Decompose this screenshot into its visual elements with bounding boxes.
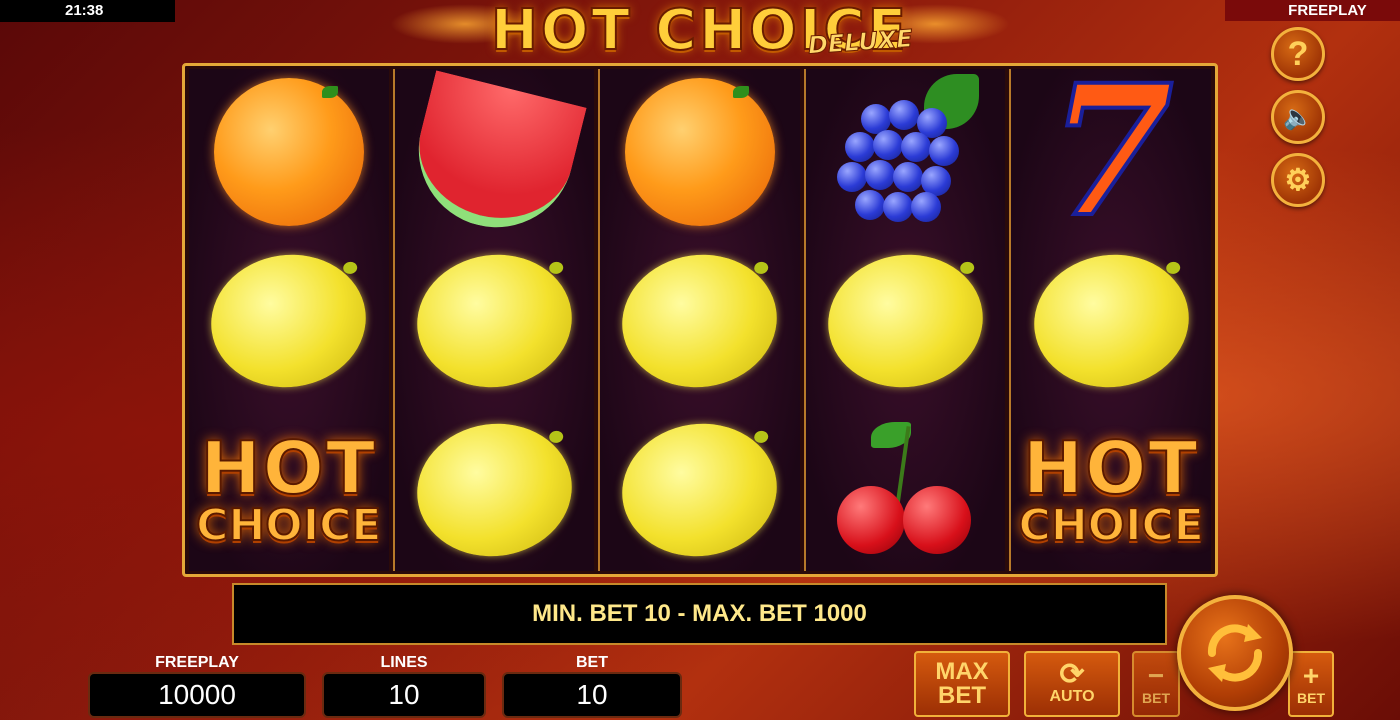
bet-increase-label: BET bbox=[1297, 690, 1325, 706]
reel-grid: HOT CHOICE 7 HOT CHOICE bbox=[182, 45, 1218, 577]
spin-button[interactable] bbox=[1177, 595, 1293, 711]
settings-button[interactable]: ⚙ bbox=[1271, 153, 1325, 207]
plus-icon: + bbox=[1302, 660, 1320, 691]
clock: 21:38 bbox=[0, 0, 175, 22]
bet-value: 10 bbox=[502, 672, 682, 718]
autoplay-button[interactable]: ⟳ AUTO bbox=[1024, 651, 1120, 717]
lines-value: 10 bbox=[322, 672, 486, 718]
reel-2 bbox=[392, 69, 595, 572]
hot-choice-hot-text: HOT bbox=[1022, 425, 1200, 510]
symbol-lemon bbox=[600, 238, 800, 403]
hot-choice-choice-text: CHOICE bbox=[195, 499, 382, 551]
symbol-hot-choice: HOT CHOICE bbox=[1011, 407, 1211, 572]
bet-increase-button[interactable]: + BET bbox=[1288, 651, 1334, 717]
reel-1: HOT CHOICE bbox=[189, 69, 389, 571]
symbol-watermelon bbox=[395, 69, 595, 244]
symbol-lemon bbox=[395, 238, 595, 403]
lemon-icon bbox=[819, 244, 992, 397]
sound-muted-icon: 🔈 bbox=[1283, 103, 1313, 131]
help-icon: ? bbox=[1287, 34, 1309, 73]
bet-limits-text: MIN. BET 10 - MAX. BET 1000 bbox=[532, 600, 867, 627]
symbol-orange bbox=[600, 69, 800, 234]
hot-choice-choice-text: CHOICE bbox=[1018, 499, 1205, 551]
seven-icon: 7 bbox=[1047, 45, 1176, 257]
freeplay-label: FREEPLAY bbox=[155, 654, 239, 671]
bet-decrease-button[interactable]: − BET bbox=[1132, 651, 1180, 717]
bet-decrease-label: BET bbox=[1142, 690, 1170, 706]
hot-choice-hot-text: HOT bbox=[199, 425, 378, 510]
spin-arrows-icon bbox=[1207, 624, 1263, 682]
symbol-grapes bbox=[806, 69, 1006, 234]
cherries-icon bbox=[831, 420, 981, 560]
freeplay-balance: 10000 bbox=[88, 672, 306, 718]
symbol-seven: 7 bbox=[1011, 45, 1211, 257]
lines-label: LINES bbox=[380, 654, 428, 671]
help-button[interactable]: ? bbox=[1271, 27, 1325, 81]
grapes-icon bbox=[831, 74, 981, 229]
lemon-icon bbox=[614, 244, 786, 397]
lemon-icon bbox=[614, 413, 786, 566]
gear-icon: ⚙ bbox=[1284, 163, 1312, 197]
symbol-lemon bbox=[600, 407, 800, 572]
max-bet-line1: MAX bbox=[935, 658, 989, 685]
symbol-cherries bbox=[806, 407, 1006, 572]
symbol-lemon bbox=[189, 238, 389, 403]
minus-icon: − bbox=[1147, 660, 1165, 691]
symbol-lemon bbox=[806, 238, 1006, 403]
reel-5: 7 HOT CHOICE bbox=[1009, 45, 1211, 572]
max-bet-button[interactable]: MAX BET bbox=[914, 651, 1010, 717]
bet-label: BET bbox=[576, 654, 608, 671]
lemon-icon bbox=[202, 244, 375, 397]
watermelon-icon bbox=[402, 69, 588, 244]
sound-toggle-button[interactable]: 🔈 bbox=[1271, 90, 1325, 144]
autoplay-label: AUTO bbox=[1049, 688, 1095, 705]
reel-4 bbox=[803, 69, 1006, 572]
autoplay-icon: ⟳ bbox=[1059, 658, 1085, 691]
symbol-orange bbox=[189, 69, 389, 234]
orange-icon bbox=[213, 77, 364, 226]
lemon-icon bbox=[408, 413, 581, 566]
orange-icon bbox=[624, 77, 775, 226]
lemon-icon bbox=[408, 244, 581, 397]
lemon-icon bbox=[1025, 244, 1198, 397]
symbol-lemon bbox=[395, 407, 595, 572]
mode-badge: FREEPLAY bbox=[1225, 0, 1400, 21]
game-logo: HOT CHOICE DELUXE bbox=[390, 0, 1010, 66]
symbol-lemon bbox=[1011, 238, 1211, 403]
max-bet-line2: BET bbox=[938, 682, 986, 709]
symbol-hot-choice: HOT CHOICE bbox=[189, 407, 389, 572]
bet-limits-bar: MIN. BET 10 - MAX. BET 1000 bbox=[232, 583, 1167, 645]
reel-3 bbox=[598, 69, 800, 571]
